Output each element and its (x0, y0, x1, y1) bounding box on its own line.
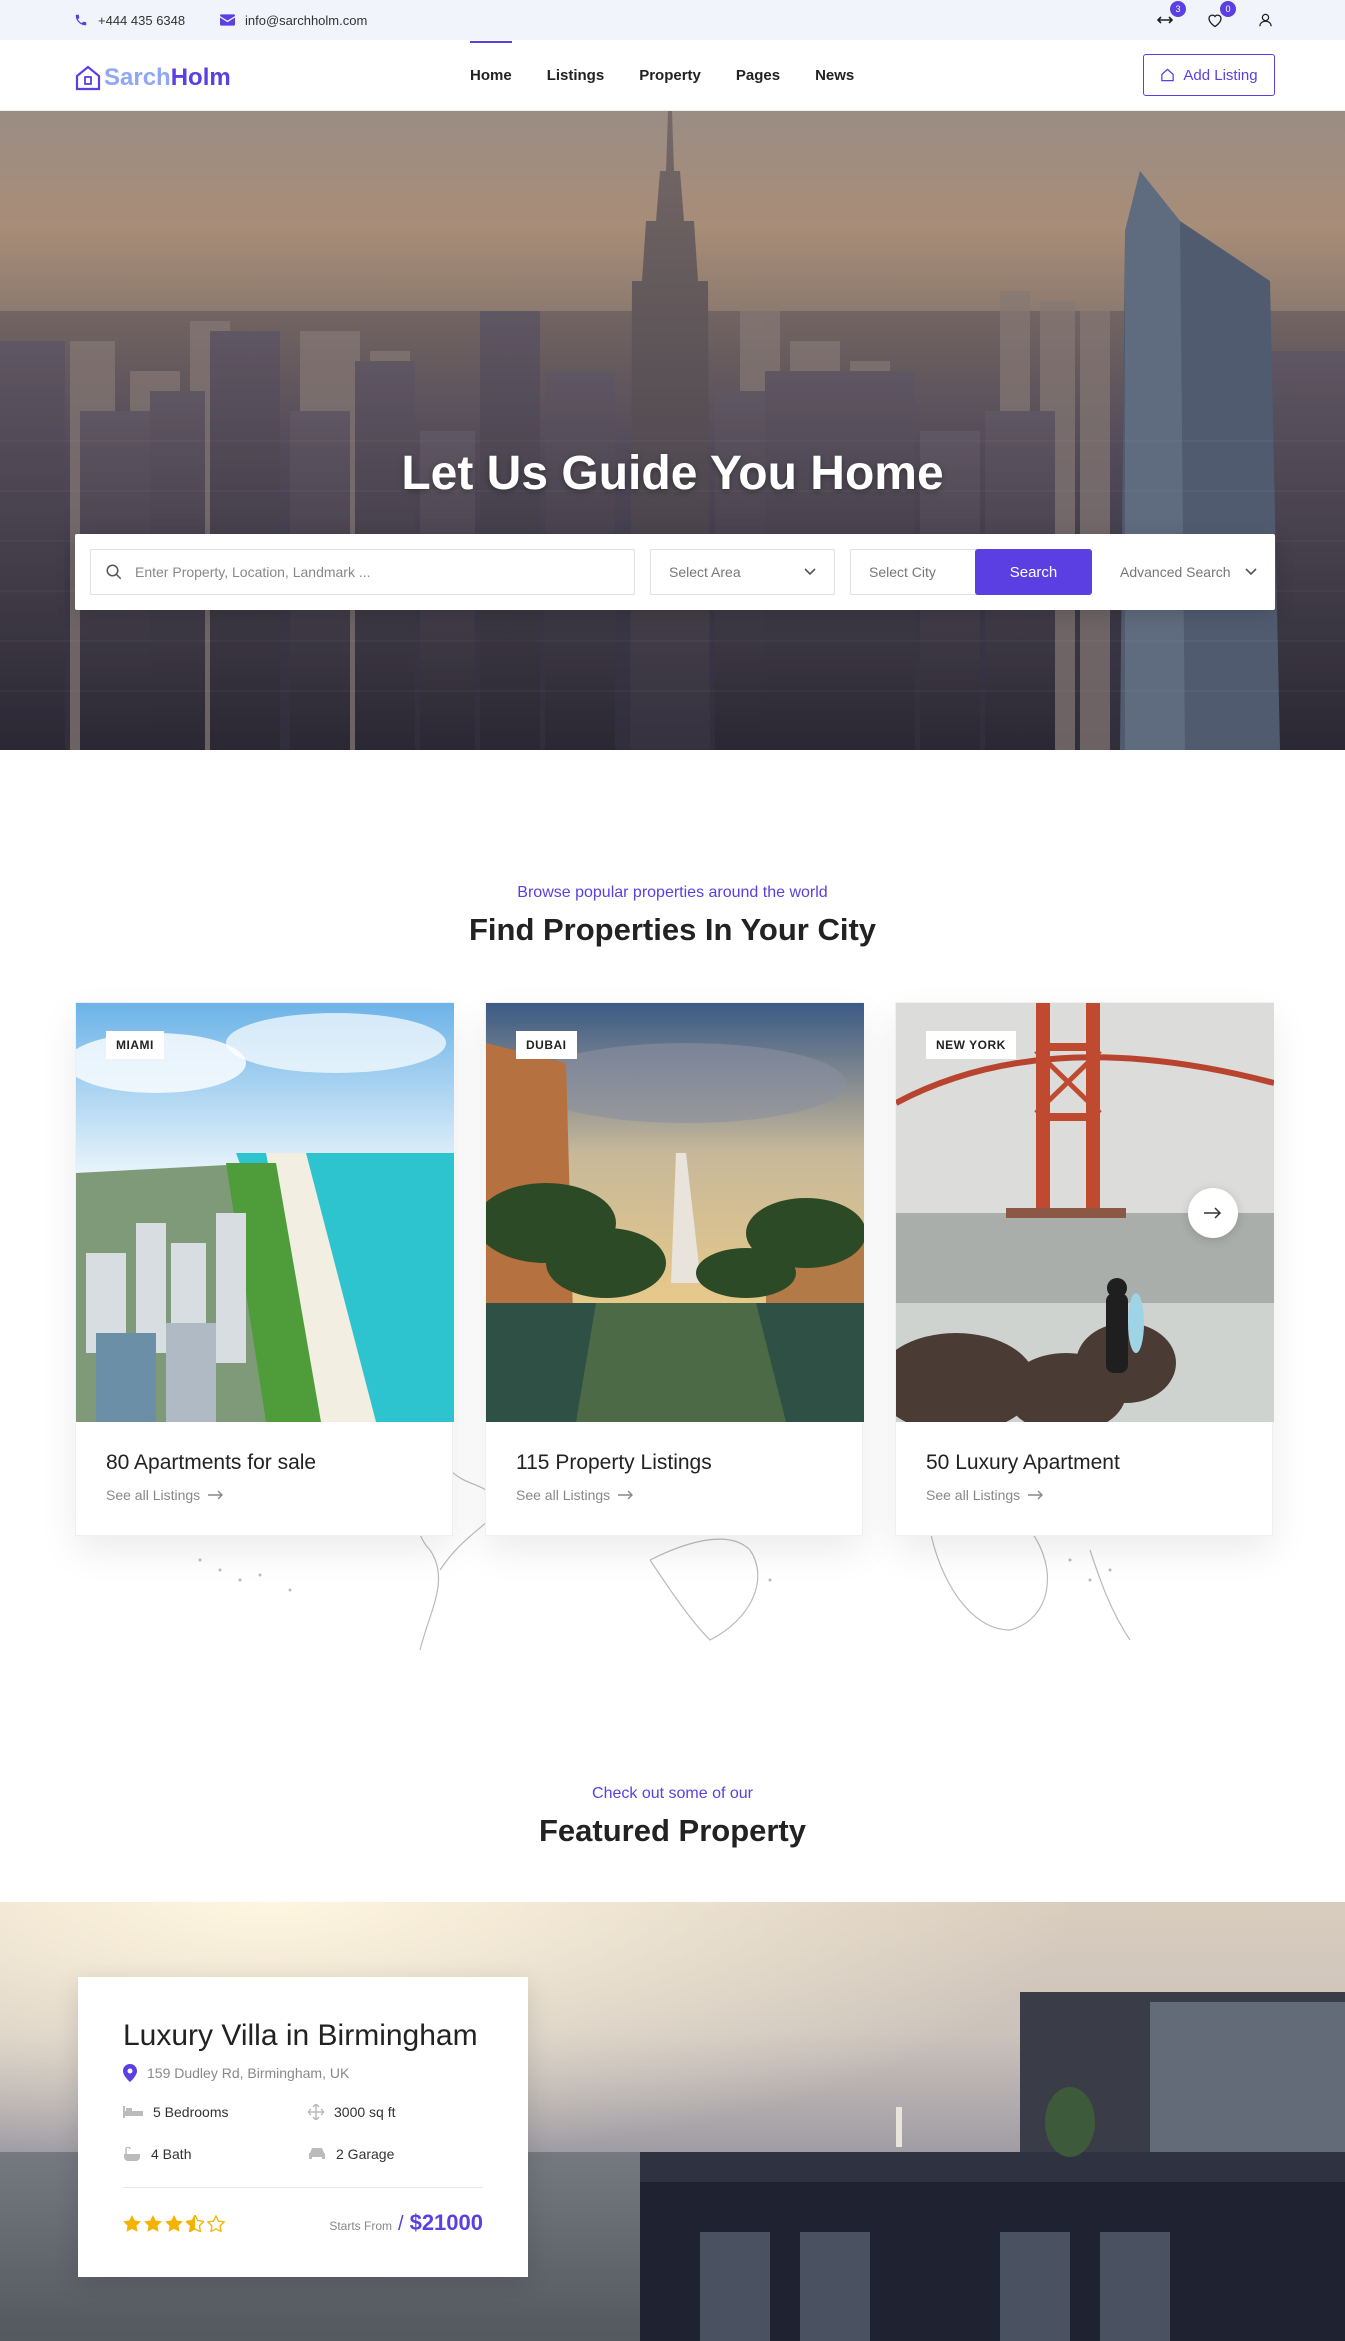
car-icon (309, 2148, 325, 2159)
property-address: 159 Dudley Rd, Birmingham, UK (123, 2064, 349, 2082)
area-info: 3000 sq ft (308, 2104, 396, 2120)
garage-text: 2 Garage (336, 2146, 395, 2162)
city-card-title: 80 Apartments for sale (106, 1451, 317, 1474)
city-tag: NEW YORK (926, 1031, 1016, 1059)
top-actions: 3 0 (1155, 0, 1275, 40)
city-card-title: 115 Property Listings (516, 1451, 712, 1474)
house-logo-icon (75, 65, 101, 91)
nav-item-home[interactable]: Home (470, 41, 512, 84)
hero-banner: Let Us Guide You Home Enter Property, Lo… (0, 111, 1345, 750)
search-button[interactable]: Search (975, 549, 1092, 595)
see-all-listings-link[interactable]: See all Listings (516, 1487, 634, 1503)
bed-icon (123, 2106, 143, 2118)
advanced-search-label: Advanced Search (1120, 564, 1231, 580)
wishlist-count-badge: 0 (1220, 1, 1236, 17)
wishlist-button[interactable]: 0 (1205, 1, 1236, 30)
site-logo[interactable]: Sarch Holm (74, 64, 231, 92)
bedrooms-text: 5 Bedrooms (153, 2104, 229, 2120)
rating-stars (123, 2215, 225, 2232)
star-full-icon (123, 2215, 141, 2232)
compare-button[interactable]: 3 (1155, 1, 1186, 30)
price-value: $21000 (409, 2210, 483, 2235)
cities-subtitle: Browse popular properties around the wor… (517, 884, 828, 901)
search-icon (106, 564, 122, 580)
city-select-value: Select City (869, 564, 936, 580)
bath-text: 4 Bath (151, 2146, 192, 2162)
chevron-down-icon (804, 568, 816, 576)
price-label: Starts From (329, 2219, 393, 2233)
star-half-icon (186, 2215, 204, 2232)
heart-icon (1208, 14, 1222, 27)
price-block: Starts From / $21000 (329, 2210, 483, 2236)
logo-text-primary: Sarch (104, 64, 171, 91)
city-skyline-image (0, 111, 1345, 750)
nav-item-news[interactable]: News (815, 67, 854, 84)
user-icon (1258, 13, 1272, 27)
city-image-miami (76, 1003, 454, 1422)
add-listing-label: Add Listing (1183, 66, 1258, 84)
property-address-text: 159 Dudley Rd, Birmingham, UK (147, 2065, 350, 2081)
city-card-dubai[interactable]: DUBAI 115 Property Listings See all List… (485, 1002, 864, 1536)
envelope-icon (220, 14, 235, 26)
phone-number: +444 435 6348 (98, 12, 186, 28)
property-title: Luxury Villa in Birmingham (123, 2019, 478, 2052)
city-card-title: 50 Luxury Apartment (926, 1451, 1120, 1474)
hero-title: Let Us Guide You Home (401, 447, 944, 500)
email-contact[interactable]: info@sarchholm.com (220, 0, 367, 40)
map-pin-icon (123, 2064, 137, 2082)
phone-icon (75, 14, 87, 26)
featured-subtitle: Check out some of our (592, 1785, 753, 1802)
logo-text-secondary: Holm (170, 64, 231, 91)
area-select[interactable]: Select Area (650, 549, 835, 595)
city-tag: MIAMI (106, 1031, 164, 1059)
city-card-new-york[interactable]: NEW YORK 50 Luxury Apartment See all Lis… (895, 1002, 1274, 1536)
bath-info: 4 Bath (123, 2146, 191, 2162)
arrow-right-icon (208, 1490, 224, 1500)
bedrooms-info: 5 Bedrooms (123, 2104, 228, 2120)
add-listing-button[interactable]: Add Listing (1143, 54, 1275, 96)
star-full-icon (144, 2215, 162, 2232)
primary-menu: Home Listings Property Pages News (470, 40, 889, 111)
see-all-listings-label: See all Listings (106, 1487, 201, 1503)
account-button[interactable] (1255, 10, 1275, 30)
area-text: 3000 sq ft (334, 2104, 396, 2120)
area-select-value: Select Area (669, 564, 741, 580)
see-all-listings-link[interactable]: See all Listings (926, 1487, 1044, 1503)
arrow-right-icon (1204, 1207, 1222, 1219)
star-empty-icon (207, 2215, 225, 2232)
city-tag: DUBAI (516, 1031, 577, 1059)
see-all-listings-label: See all Listings (516, 1487, 611, 1503)
cities-title: Find Properties In Your City (468, 912, 877, 947)
featured-property-card[interactable]: Luxury Villa in Birmingham 159 Dudley Rd… (78, 1977, 528, 2277)
home-icon (1161, 68, 1175, 82)
property-search-form: Enter Property, Location, Landmark ... S… (75, 534, 1275, 610)
compare-count-badge: 3 (1170, 1, 1186, 17)
nav-item-pages[interactable]: Pages (736, 67, 780, 84)
search-input[interactable]: Enter Property, Location, Landmark ... (90, 549, 635, 595)
advanced-search-toggle[interactable]: Advanced Search (1120, 549, 1257, 595)
phone-contact[interactable]: +444 435 6348 (74, 0, 185, 40)
bathtub-icon (124, 2147, 140, 2161)
search-placeholder: Enter Property, Location, Landmark ... (135, 564, 371, 580)
see-all-listings-label: See all Listings (926, 1487, 1021, 1503)
compare-arrows-icon (1157, 16, 1173, 24)
chevron-down-icon (1244, 568, 1257, 576)
area-arrows-icon (308, 2104, 324, 2120)
carousel-next-button[interactable] (1188, 1188, 1238, 1238)
see-all-listings-link[interactable]: See all Listings (106, 1487, 224, 1503)
garage-info: 2 Garage (308, 2146, 394, 2162)
main-navbar: Sarch Holm Home Listings Property Pages N… (0, 40, 1345, 111)
price-separator: / (398, 2213, 404, 2235)
city-card-miami[interactable]: MIAMI 80 Apartments for sale See all Lis… (75, 1002, 454, 1536)
arrow-right-icon (618, 1490, 634, 1500)
star-full-icon (165, 2215, 183, 2232)
arrow-right-icon (1028, 1490, 1044, 1500)
nav-item-property[interactable]: Property (639, 67, 701, 84)
top-bar: +444 435 6348 info@sarchholm.com 3 0 (0, 0, 1345, 40)
email-address: info@sarchholm.com (245, 12, 368, 28)
city-image-dubai (486, 1003, 864, 1422)
featured-title: Featured Property (538, 1813, 806, 1848)
nav-item-listings[interactable]: Listings (547, 67, 605, 84)
card-divider (123, 2187, 483, 2188)
